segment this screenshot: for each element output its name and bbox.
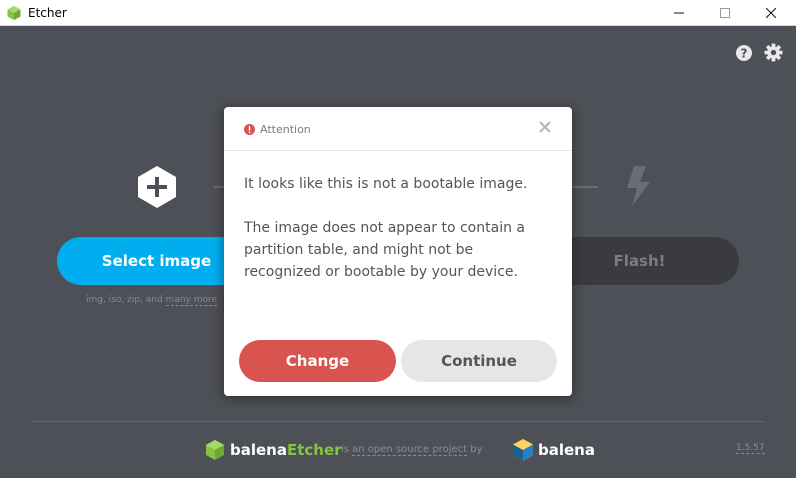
flash-icon [627,166,650,206]
dialog-close-button[interactable] [537,119,553,135]
etcher-brand[interactable]: balenaEtcher [230,441,342,459]
etcher-logo-icon[interactable] [204,439,226,461]
change-button[interactable]: Change [239,340,396,382]
close-icon [766,8,776,18]
minimize-icon [674,12,684,14]
dialog-title: Attention [260,123,311,136]
dialog-message-line-1: It looks like this is not a bootable ima… [244,176,528,192]
dialog-message-line-2: The image does not appear to contain a p… [244,220,525,280]
attention-dialog: Attention It looks like this is not a bo… [224,107,572,396]
open-source-link[interactable]: an open source project [352,444,468,456]
footer-divider [31,421,765,422]
minimize-button[interactable] [656,0,702,26]
warning-icon [244,124,255,135]
help-icon[interactable]: ? [735,44,753,62]
svg-text:?: ? [741,47,748,61]
balena-brand[interactable]: balena [538,441,595,459]
add-image-icon [138,166,176,208]
footer-tagline: is an open source project by [341,444,483,456]
balena-logo-icon[interactable] [512,438,534,462]
version-label[interactable]: 1.5.57 [736,443,765,454]
gear-icon[interactable] [764,43,783,62]
tagline-suffix: by [467,444,483,455]
dialog-header: Attention [224,107,572,151]
close-icon [539,121,551,133]
supported-extensions: img, iso, zip, and many more [86,295,218,306]
maximize-button[interactable] [702,0,748,26]
dialog-message: It looks like this is not a bootable ima… [244,173,554,283]
extensions-prefix: img, iso, zip, and [86,295,166,305]
step-connector-right [572,186,598,188]
brand-suffix: Etcher [286,441,342,459]
more-extensions-link[interactable]: many more [165,295,218,306]
etcher-app-icon [7,6,21,20]
tagline-prefix: is [341,444,353,455]
window-titlebar: Etcher [0,0,796,26]
continue-button[interactable]: Continue [401,340,557,382]
close-window-button[interactable] [748,0,794,26]
maximize-icon [720,8,730,18]
brand-prefix: balena [230,441,287,459]
window-title: Etcher [28,6,67,20]
